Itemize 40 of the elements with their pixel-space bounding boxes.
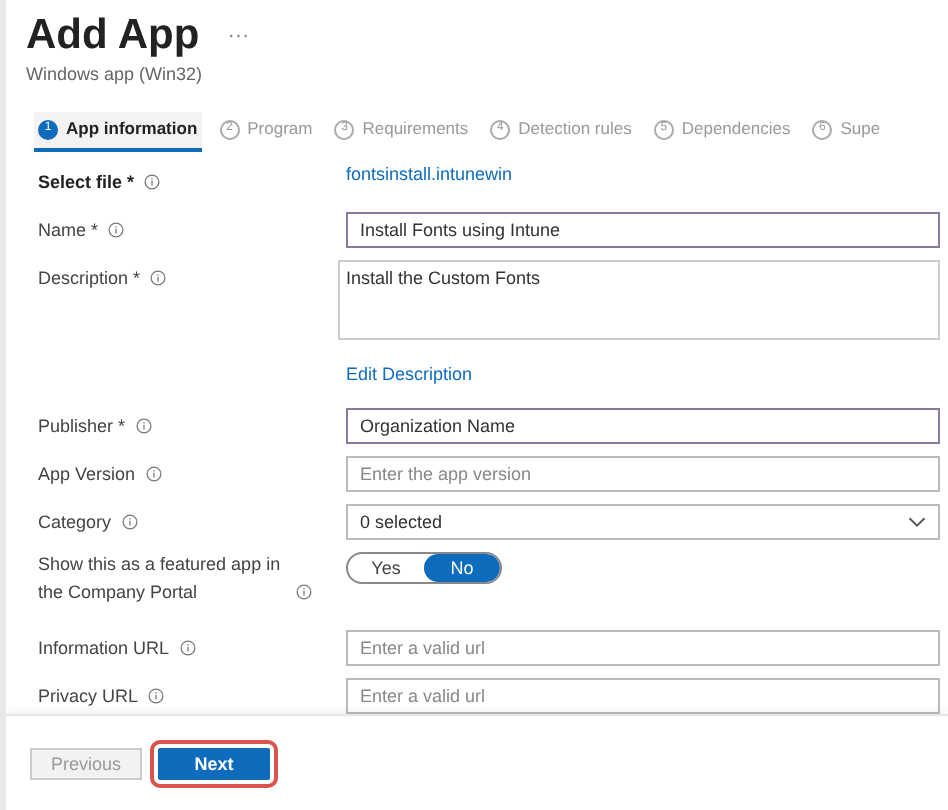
input-field[interactable]: Organization Name: [346, 408, 940, 445]
page-subtitle: Windows app (Win32): [26, 64, 205, 84]
step-label: Program: [247, 118, 313, 141]
info-icon[interactable]: [150, 270, 167, 287]
info-icon[interactable]: [121, 514, 138, 531]
field-label: Select file *: [38, 172, 135, 193]
field-label: Show this as a featured app in the Company Portal: [38, 552, 283, 606]
step-label: Detection rules: [518, 118, 632, 141]
field-label: App Version: [38, 464, 136, 485]
input-field[interactable]: Enter a valid url: [346, 630, 940, 667]
info-icon[interactable]: [108, 222, 125, 239]
page-title: Add App: [26, 12, 200, 60]
field-label: Name *: [38, 220, 99, 241]
input-field[interactable]: Install Fonts using Intune: [346, 212, 940, 249]
field-label: Privacy URL: [38, 686, 139, 707]
input-field[interactable]: Enter a valid url: [346, 678, 940, 715]
toggle-option[interactable]: Yes: [348, 554, 424, 583]
info-icon[interactable]: [148, 688, 165, 705]
info-icon[interactable]: [296, 584, 312, 601]
info-icon[interactable]: [145, 466, 162, 483]
step-label: Dependencies: [681, 118, 791, 141]
info-icon[interactable]: [179, 640, 196, 657]
step-label: Requirements: [362, 118, 469, 141]
field-label: Information URL: [38, 638, 170, 659]
input-field[interactable]: Enter the app version: [346, 456, 940, 493]
description-field[interactable]: Install the Custom Fonts: [338, 260, 940, 341]
more-button[interactable]: ···: [227, 24, 250, 48]
field-label: Description *: [38, 268, 141, 289]
chevron-icon: [908, 516, 926, 529]
yes-no-toggle[interactable]: Yes No: [346, 552, 502, 585]
file-link[interactable]: fontsinstall.intunewin: [346, 164, 940, 185]
edit-description-link[interactable]: Edit Description: [346, 364, 940, 385]
step-label: App information: [66, 118, 198, 141]
field-label: Publisher *: [38, 416, 126, 437]
category-dropdown[interactable]: 0 selected: [346, 504, 940, 541]
field-label: Category: [38, 512, 112, 533]
info-icon[interactable]: [135, 418, 152, 435]
step-label: Supe: [840, 118, 881, 141]
toggle-option[interactable]: No: [424, 554, 500, 583]
info-icon[interactable]: [144, 174, 161, 191]
